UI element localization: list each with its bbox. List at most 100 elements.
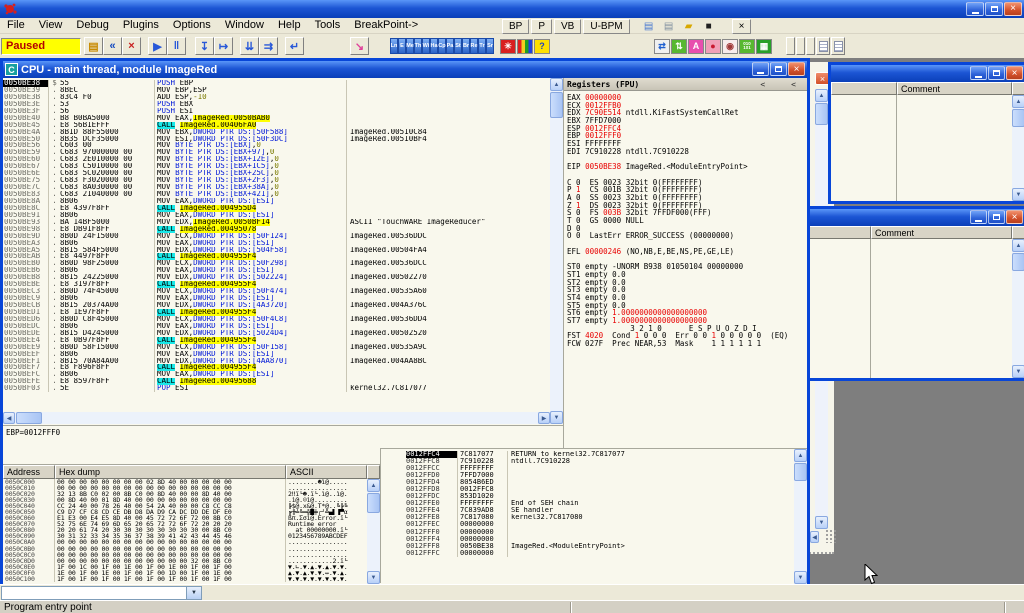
disasm-row[interactable]: 0050BE50.8B35 DCF35000MOV ESI,DWORD PTR …	[3, 136, 550, 143]
toolbar-letter-me[interactable]: Me	[406, 38, 414, 54]
scroll-down-icon[interactable]: ▼	[1012, 365, 1024, 378]
toolbar-letter-th[interactable]: Th	[414, 38, 422, 54]
disasm-row[interactable]: 0050BEC3.8B0D 74F45000MOV ECX,DWORD PTR …	[3, 288, 550, 295]
highlight-button[interactable]: A	[688, 39, 704, 54]
run-button[interactable]: ▶	[148, 37, 167, 55]
toolbar-blank-button[interactable]	[786, 37, 795, 55]
disasm-row[interactable]: 0050BEF1.8B15 70A84A00MOV EDX,DWORD PTR …	[3, 358, 550, 365]
stack-row[interactable]: 0012FFEC00000000	[406, 521, 794, 528]
cpu-titlebar[interactable]: C CPU - main thread, module ImageRed ×	[3, 61, 807, 78]
stack-row[interactable]: 0012FFE47C839AD8SE handler	[406, 507, 794, 514]
disasm-row[interactable]: 0050BEFC.8B06MOV EAX,DWORD PTR DS:[ESI]	[3, 371, 550, 378]
scroll-right-icon[interactable]: ▶	[538, 412, 550, 424]
toolbar-letter-tr[interactable]: Tr	[478, 38, 486, 54]
disasm-row[interactable]: 0050BE39.8BECMOV EBP,ESP	[3, 87, 550, 94]
window-titlebar[interactable]: ×	[809, 209, 1024, 226]
stack-row[interactable]: 0012FFE87C817080kernel32.7C817080	[406, 514, 794, 521]
mru-doc-button[interactable]	[816, 37, 830, 55]
disasm-row[interactable]: 0050BEAB.E8 4497F8FFCALL ImageRed.004955…	[3, 253, 550, 260]
disasm-row[interactable]: 0050BEE9.8B0D 58F15000MOV ECX,DWORD PTR …	[3, 344, 550, 351]
scroll-down-icon[interactable]: ▼	[1012, 188, 1024, 201]
open-file-button[interactable]: ▤	[84, 37, 103, 55]
menu-breakpoint[interactable]: BreakPoint->	[347, 18, 425, 33]
scroll-thumb[interactable]	[550, 92, 563, 118]
sync-button[interactable]: ⇄	[654, 39, 670, 54]
minimize-button[interactable]	[970, 66, 987, 80]
dump-row[interactable]: 0050C1001F 00 1F 00 1F 00 1F 00 1F 00 1F…	[3, 576, 380, 582]
column-header-blank[interactable]	[831, 82, 897, 95]
minimize-button[interactable]	[752, 62, 769, 76]
window-scrollbar[interactable]: ▲ ▼	[1012, 95, 1024, 201]
pane-chevron-icon[interactable]: <	[791, 80, 796, 89]
registers-pane[interactable]: Registers (FPU) < < EAX 00000000ECX 0012…	[563, 78, 807, 448]
toolbar-letter-ha[interactable]: Ha	[430, 38, 438, 54]
log-doc-button[interactable]: ▤	[640, 19, 658, 33]
scroll-thumb[interactable]	[1012, 109, 1024, 127]
dump-header-ascii[interactable]: ASCII	[286, 465, 367, 479]
stack-row[interactable]: 0012FFC87C910228ntdll.7C910228	[406, 458, 794, 465]
scroll-up-icon[interactable]: ▲	[367, 479, 380, 492]
maximize-button[interactable]	[988, 66, 1005, 80]
disasm-row[interactable]: 0050BE40.B8 B0BA5000MOV EAX,ImageRed.005…	[3, 115, 550, 122]
scroll-left-icon[interactable]: ◀	[3, 412, 15, 424]
disasm-row[interactable]: 0050BED1.E8 1E97F8FFCALL ImageRed.004955…	[3, 309, 550, 316]
window-scrollbar[interactable]: ▲ ▼	[1012, 239, 1024, 378]
restart-button[interactable]: «	[103, 37, 122, 55]
plugin-button-vb[interactable]: VB	[554, 19, 581, 34]
disasm-row[interactable]: 0050BE7C.C683 8A030000 00MOV BYTE PTR DS…	[3, 184, 550, 191]
combobox-dropdown-icon[interactable]: ▼	[187, 586, 202, 600]
column-header-comment[interactable]: Comment	[897, 82, 1012, 95]
toolbar-letter-cp[interactable]: Cp	[438, 38, 446, 54]
stack-row[interactable]: 0012FFC47C817077RETURN to kernel32.7C817…	[406, 451, 794, 458]
menu-options[interactable]: Options	[166, 18, 218, 33]
scroll-thumb[interactable]	[16, 412, 42, 424]
close-program-button[interactable]: ×	[122, 37, 141, 55]
toolbar-letter-wi[interactable]: Wi	[422, 38, 430, 54]
disasm-row[interactable]: 0050BEB0.8B0D 98F25000MOV ECX,DWORD PTR …	[3, 260, 550, 267]
resize-grip[interactable]	[825, 529, 836, 543]
plugin-button-p[interactable]: P	[531, 19, 552, 34]
disasm-row[interactable]: 0050BECB.8B15 20374A00MOV EDX,DWORD PTR …	[3, 302, 550, 309]
toolbar-letter-st[interactable]: St	[454, 38, 462, 54]
toolbar-letter-re[interactable]: Re	[470, 38, 478, 54]
disasm-row[interactable]: 0050BE8A.8B06MOV EAX,DWORD PTR DS:[ESI]	[3, 198, 550, 205]
stack-row[interactable]: 0012FFE0FFFFFFFFEnd of SEH chain	[406, 500, 794, 507]
scroll-thumb[interactable]	[815, 103, 828, 125]
notes-doc-button[interactable]: ▤	[660, 19, 678, 33]
disasm-row[interactable]: 0050BEDC.8B06MOV EAX,DWORD PTR DS:[ESI]	[3, 323, 550, 330]
maximize-button[interactable]	[770, 62, 787, 76]
spiral-button[interactable]: ◉	[722, 39, 738, 54]
disasm-row[interactable]: 0050BE91.8B06MOV EAX,DWORD PTR DS:[ESI]	[3, 212, 550, 219]
binary-button[interactable]: 010 101	[739, 39, 755, 54]
toolbar-letter-sr[interactable]: Sr	[486, 38, 494, 54]
list-doc-button[interactable]	[831, 37, 845, 55]
maximize-button[interactable]	[988, 210, 1005, 224]
scroll-down-icon[interactable]: ▼	[794, 571, 807, 584]
disasm-row[interactable]: 0050BEE4.E8 0B97F8FFCALL ImageRed.004955…	[3, 337, 550, 344]
disasm-row[interactable]: 0050BE9D.8B0D 24F15000MOV ECX,DWORD PTR …	[3, 233, 550, 240]
scroll-down-icon[interactable]: ▼	[815, 516, 828, 529]
disasm-row[interactable]: 0050BE75.C683 F3020000 00MOV BYTE PTR DS…	[3, 177, 550, 184]
disasm-row[interactable]: 0050BEFE.E8 8597F8FFCALL ImageRed.004956…	[3, 378, 550, 385]
scroll-up-icon[interactable]: ▲	[1012, 95, 1024, 108]
stack-row[interactable]: 0012FFDC853D1020	[406, 493, 794, 500]
scroll-up-icon[interactable]: ▲	[815, 89, 828, 102]
minimize-button[interactable]	[966, 2, 984, 16]
close-button[interactable]: ×	[1004, 2, 1022, 16]
stack-row[interactable]: 0012FFFC00000000	[406, 550, 794, 557]
scroll-up-icon[interactable]: ▲	[550, 78, 563, 91]
pause-button[interactable]: ‖	[167, 37, 186, 55]
minimize-button[interactable]	[970, 210, 987, 224]
close-button[interactable]: ×	[1006, 210, 1023, 224]
goto-button[interactable]: ↘	[350, 37, 369, 55]
dump-header-address[interactable]: Address	[3, 465, 55, 479]
animate-into-button[interactable]: ⇊	[240, 37, 259, 55]
scroll-down-icon[interactable]: ▼	[550, 411, 563, 424]
plugin-button-bp[interactable]: BP	[502, 19, 529, 34]
stack-row[interactable]: 0012FFCCFFFFFFFF	[406, 465, 794, 472]
disasm-row[interactable]: 0050BE3B.83C4 F0ADD ESP,-10	[3, 94, 550, 101]
help-button[interactable]: ?	[534, 39, 550, 54]
scroll-up-icon[interactable]: ▲	[794, 449, 807, 462]
disassembly-hscrollbar[interactable]: ◀ ▶	[3, 412, 550, 424]
disasm-row[interactable]: 0050BEEF.8B06MOV EAX,DWORD PTR DS:[ESI]	[3, 351, 550, 358]
